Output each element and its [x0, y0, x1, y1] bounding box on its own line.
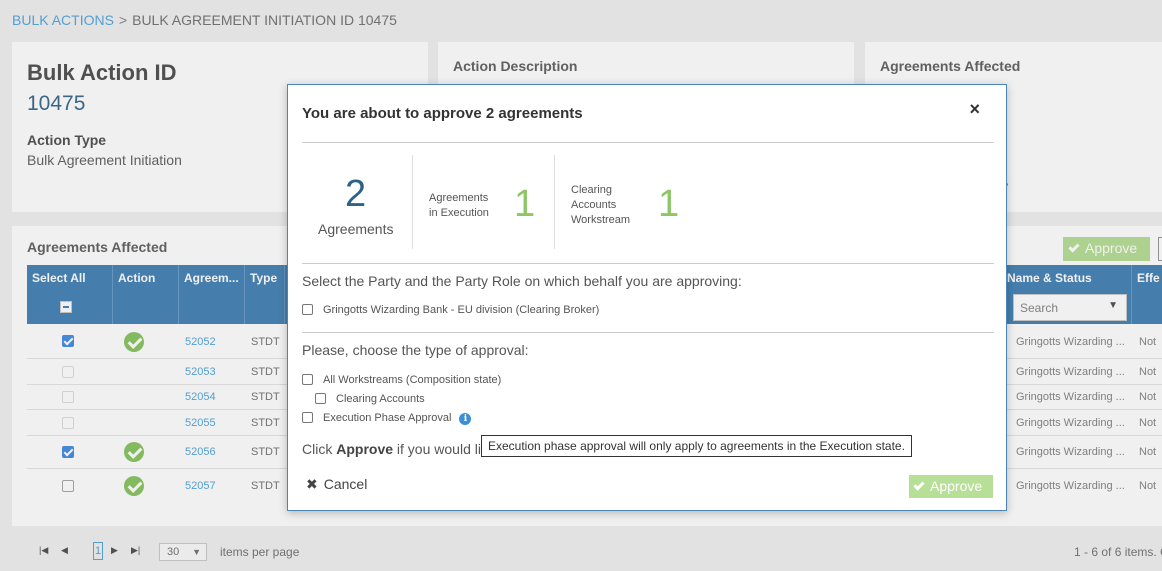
approve-label: Approve [930, 478, 983, 494]
click-approve-bold: Approve [336, 441, 394, 457]
divider [412, 155, 413, 249]
total-agreements-count: 2 [345, 173, 367, 215]
execution-stat-label: Agreements in Execution [429, 191, 489, 221]
execution-label-line2: in Execution [429, 207, 489, 219]
party-option-label: Gringotts Wizarding Bank - EU division (… [323, 304, 600, 316]
check-icon [913, 479, 925, 491]
workstream-count: 1 [658, 183, 680, 225]
click-prefix: Click [302, 441, 333, 457]
cancel-label: Cancel [323, 476, 368, 492]
clearing-accounts-checkbox[interactable] [315, 393, 326, 404]
execution-phase-label: Execution Phase Approval [323, 412, 452, 424]
workstream-label-line3: Workstream [571, 214, 631, 226]
execution-phase-tooltip: Execution phase approval will only apply… [481, 435, 912, 457]
divider [302, 263, 994, 264]
cancel-button[interactable]: ✖ Cancel [306, 476, 367, 493]
approve-dialog: You are about to approve 2 agreements × … [287, 84, 1007, 511]
party-option-checkbox[interactable] [302, 304, 313, 315]
party-option[interactable]: Gringotts Wizarding Bank - EU division (… [302, 304, 599, 316]
divider [554, 155, 555, 249]
close-icon: ✖ [306, 476, 318, 492]
close-icon[interactable]: × [969, 99, 980, 120]
execution-label-line1: Agreements [429, 192, 489, 204]
option-execution-phase[interactable]: Execution Phase Approval i [302, 412, 472, 425]
workstream-label-line2: Accounts [571, 199, 617, 211]
option-all-workstreams[interactable]: All Workstreams (Composition state) [302, 374, 501, 386]
execution-count: 1 [514, 183, 536, 225]
option-clearing-accounts[interactable]: Clearing Accounts [315, 393, 425, 405]
workstream-label-line1: Clearing [571, 184, 612, 196]
click-suffix: if you would li [396, 441, 481, 457]
divider [302, 332, 994, 333]
all-workstreams-label: All Workstreams (Composition state) [323, 374, 502, 386]
all-workstreams-checkbox[interactable] [302, 374, 313, 385]
info-icon[interactable]: i [459, 413, 472, 425]
approval-type-question: Please, choose the type of approval: [302, 342, 529, 358]
total-agreements-label: Agreements [318, 221, 394, 237]
party-question: Select the Party and the Party Role on w… [302, 273, 742, 289]
divider [302, 142, 994, 143]
dialog-title: You are about to approve 2 agreements [302, 105, 583, 122]
approve-button[interactable]: Approve [909, 475, 993, 498]
approve-instruction: Click Approve if you would li [302, 441, 481, 457]
workstream-stat-label: Clearing Accounts Workstream [571, 183, 630, 228]
execution-phase-checkbox[interactable] [302, 412, 313, 423]
clearing-accounts-label: Clearing Accounts [336, 393, 425, 405]
